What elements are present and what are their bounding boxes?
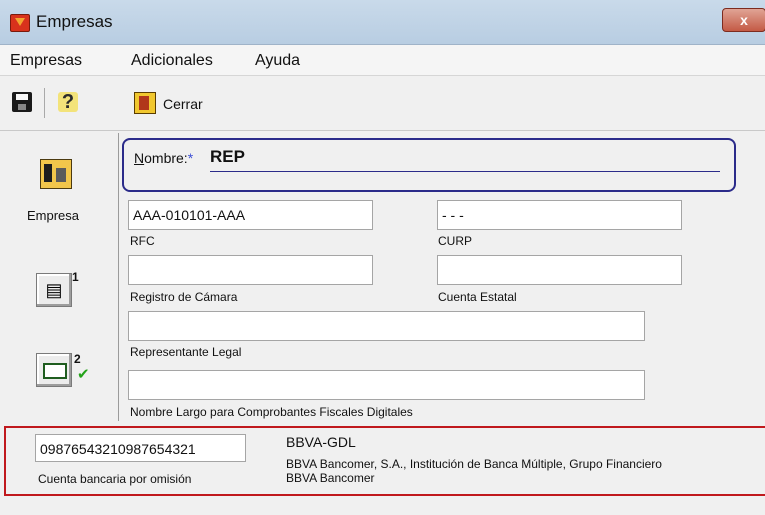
nombre-underline <box>210 171 720 172</box>
nombre-largo-label: Nombre Largo para Comprobantes Fiscales … <box>130 405 413 419</box>
curp-field[interactable]: - - - <box>437 200 682 230</box>
registro-camara-label: Registro de Cámara <box>130 290 238 304</box>
registro-camara-field[interactable] <box>128 255 373 285</box>
bank-account-field[interactable]: 09876543210987654321 <box>35 434 246 462</box>
representante-legal-label: Representante Legal <box>130 345 242 359</box>
bank-name-line1: BBVA Bancomer, S.A., Institución de Banc… <box>286 457 662 471</box>
rfc-label: RFC <box>130 234 155 248</box>
empresa-icon[interactable] <box>40 159 72 189</box>
empresa-label: Empresa <box>27 208 80 223</box>
menu-bar: Empresas Adicionales Ayuda <box>0 45 765 76</box>
button-2-badge: 2 <box>74 352 81 366</box>
cuenta-estatal-label: Cuenta Estatal <box>438 290 517 304</box>
button-1-badge: 1 <box>72 270 79 284</box>
curp-label: CURP <box>438 234 473 248</box>
close-button[interactable]: x <box>722 8 765 32</box>
toolbar: ? Cerrar <box>0 76 765 131</box>
save-icon[interactable] <box>12 92 32 112</box>
panel-divider <box>118 133 119 421</box>
stacked-pages-icon: ▤ <box>45 280 63 300</box>
representante-legal-field[interactable] <box>128 311 645 341</box>
help-icon[interactable]: ? <box>58 92 78 112</box>
nombre-value[interactable]: REP <box>210 147 245 167</box>
title-bar: Empresas x <box>0 0 765 45</box>
toolbar-separator <box>44 88 45 118</box>
card-check-button[interactable] <box>36 353 72 387</box>
rfc-field[interactable]: AAA-010101-AAA <box>128 200 373 230</box>
bank-account-label: Cuenta bancaria por omisión <box>38 472 192 486</box>
app-icon <box>10 14 30 32</box>
checkmark-icon: ✔ <box>77 366 90 383</box>
menu-adicionales[interactable]: Adicionales <box>131 52 213 70</box>
window-title: Empresas <box>36 12 113 31</box>
menu-ayuda[interactable]: Ayuda <box>255 52 300 70</box>
nombre-box: Nombre:* REP <box>122 138 736 192</box>
close-door-icon[interactable] <box>134 92 156 114</box>
nombre-label: Nombre:* <box>134 150 193 166</box>
left-panel: Empresa ▤ 1 2 ✔ <box>0 133 118 415</box>
nombre-largo-field[interactable] <box>128 370 645 400</box>
documents-button[interactable]: ▤ <box>36 273 72 307</box>
required-star: * <box>187 150 194 166</box>
menu-empresas[interactable]: Empresas <box>10 52 82 70</box>
bank-code: BBVA-GDL <box>286 434 356 450</box>
cuenta-estatal-field[interactable] <box>437 255 682 285</box>
nombre-label-rest: ombre: <box>144 150 188 166</box>
nombre-label-accel: N <box>134 150 145 166</box>
bank-name-line2: BBVA Bancomer <box>286 471 375 485</box>
cerrar-button-label[interactable]: Cerrar <box>163 96 203 112</box>
bank-name: BBVA Bancomer, S.A., Institución de Banc… <box>286 457 765 485</box>
